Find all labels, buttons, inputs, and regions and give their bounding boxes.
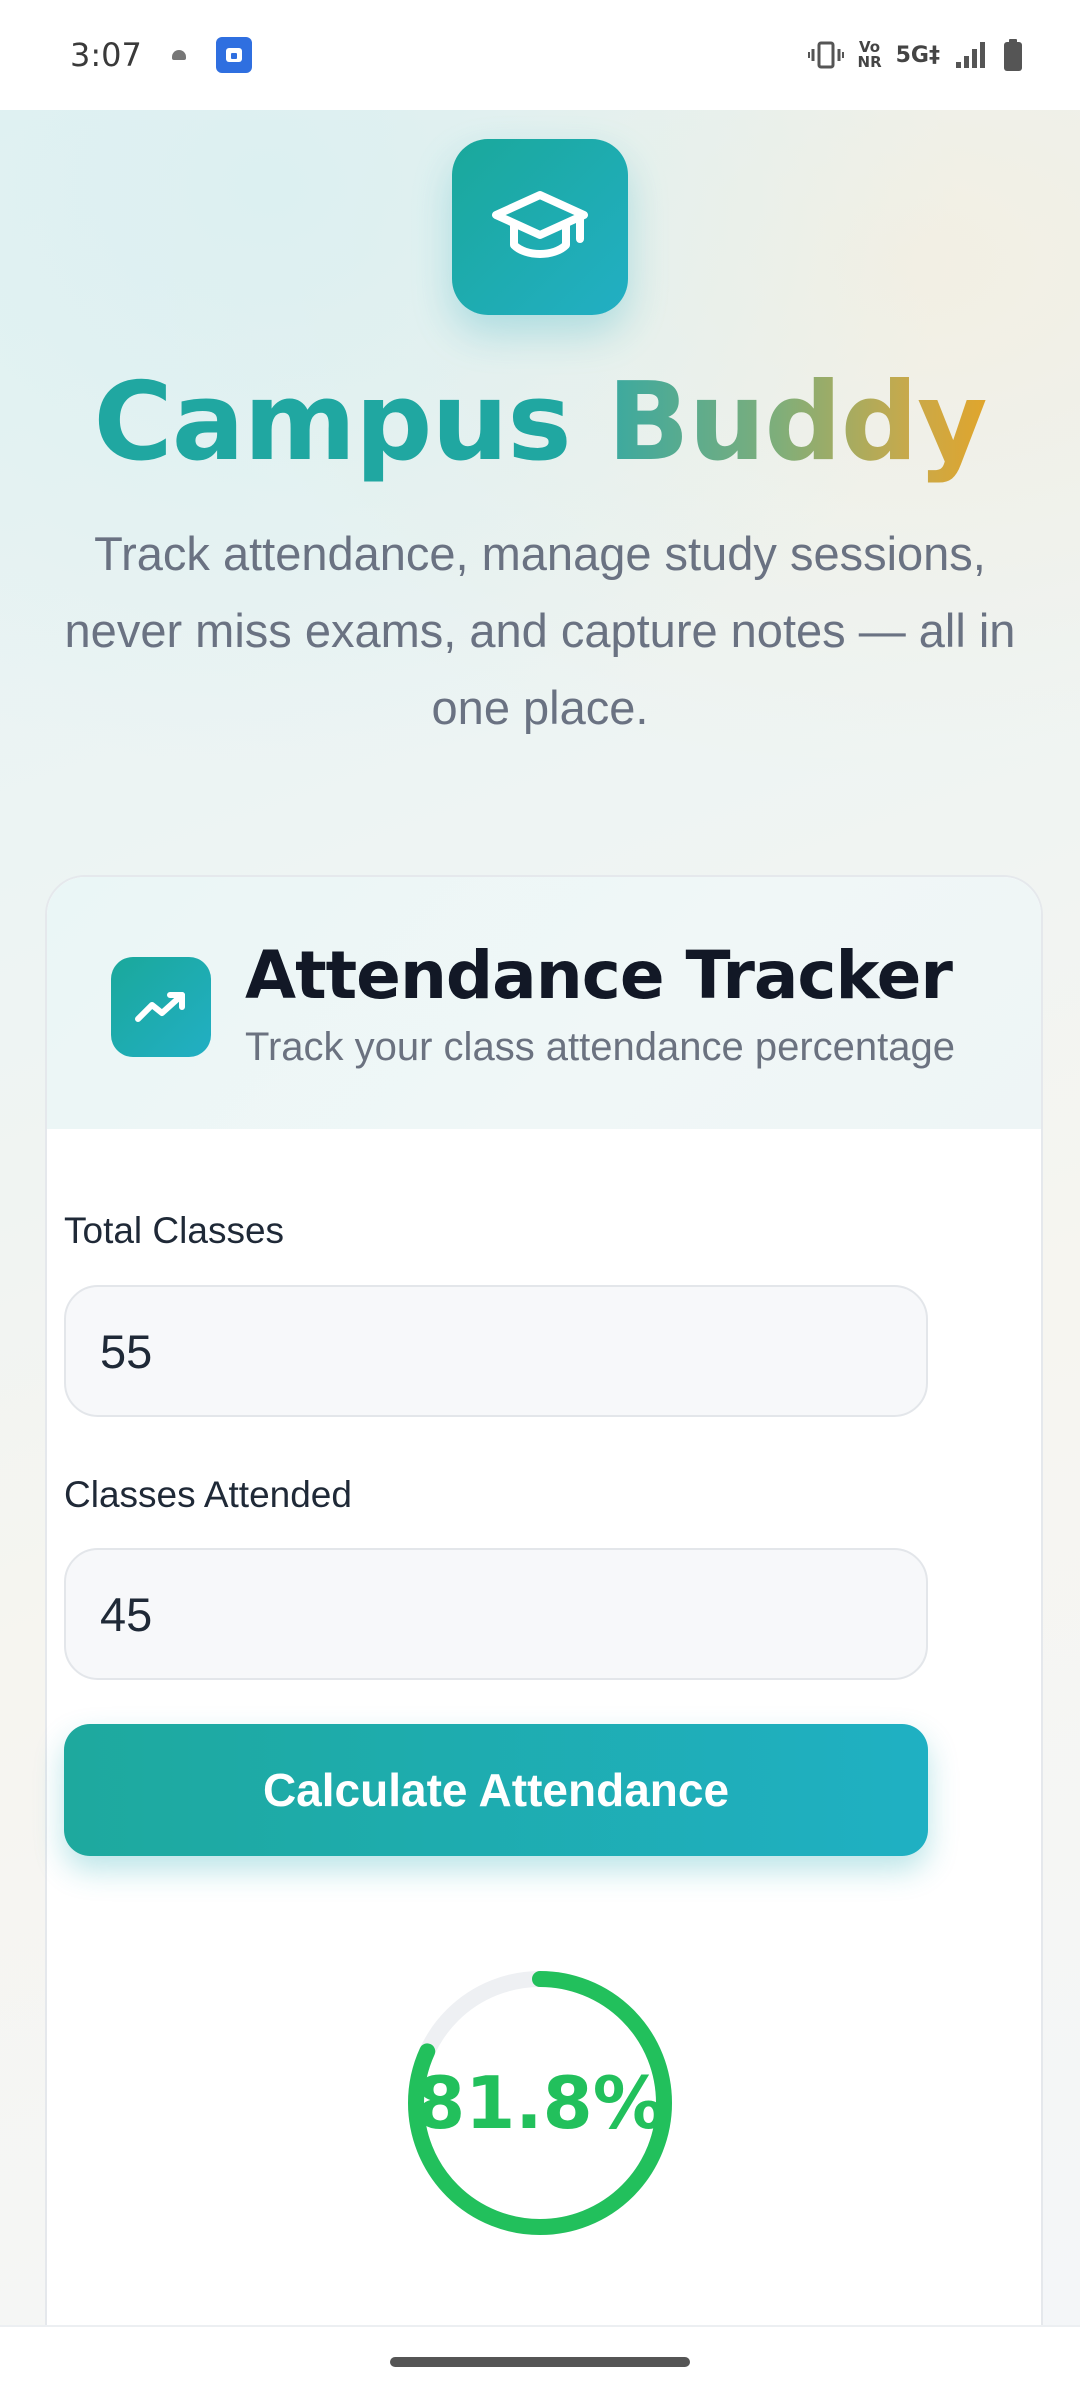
navigation-bar bbox=[0, 2325, 1080, 2392]
network-5g: 5G‡ bbox=[895, 42, 940, 68]
app-title-part2: Buddy bbox=[607, 360, 987, 485]
app-title: Campus Buddy bbox=[0, 360, 1080, 485]
total-classes-label: Total Classes bbox=[64, 1210, 285, 1251]
calculate-attendance-button[interactable]: Calculate Attendance bbox=[64, 1724, 928, 1856]
cloud-icon bbox=[171, 50, 186, 60]
attendance-gauge: 81.8% bbox=[400, 1963, 680, 2243]
main-content[interactable]: Campus Buddy Track attendance, manage st… bbox=[0, 110, 1080, 2325]
app-logo bbox=[452, 139, 628, 315]
graduation-cap-icon bbox=[492, 191, 588, 258]
battery-icon bbox=[1004, 39, 1022, 71]
attendance-percentage: 81.8% bbox=[415, 2061, 665, 2145]
trending-up-icon bbox=[135, 992, 185, 1022]
app-notification-icon bbox=[215, 37, 252, 73]
vibrate-icon bbox=[807, 41, 844, 69]
app-subtitle: Track attendance, manage study sessions,… bbox=[64, 527, 1016, 734]
home-indicator[interactable] bbox=[390, 2357, 690, 2367]
card-icon-box bbox=[111, 957, 211, 1057]
status-bar: 3:07 Vo NR 5G‡ bbox=[0, 0, 1080, 110]
network-vonr: Vo NR bbox=[858, 40, 882, 70]
status-time: 3:07 bbox=[70, 36, 142, 74]
signal-icon bbox=[956, 42, 985, 68]
card-title: Attendance Tracker bbox=[245, 937, 953, 1014]
network-nr-text: NR bbox=[857, 53, 882, 71]
total-classes-input[interactable] bbox=[64, 1285, 928, 1417]
card-subtitle: Track your class attendance percentage bbox=[245, 1025, 956, 1069]
status-left: 3:07 bbox=[70, 36, 252, 74]
classes-attended-input[interactable] bbox=[64, 1548, 928, 1680]
classes-attended-label: Classes Attended bbox=[64, 1474, 352, 1515]
status-right: Vo NR 5G‡ bbox=[807, 38, 1024, 72]
app-title-part1: Campus bbox=[93, 360, 572, 485]
